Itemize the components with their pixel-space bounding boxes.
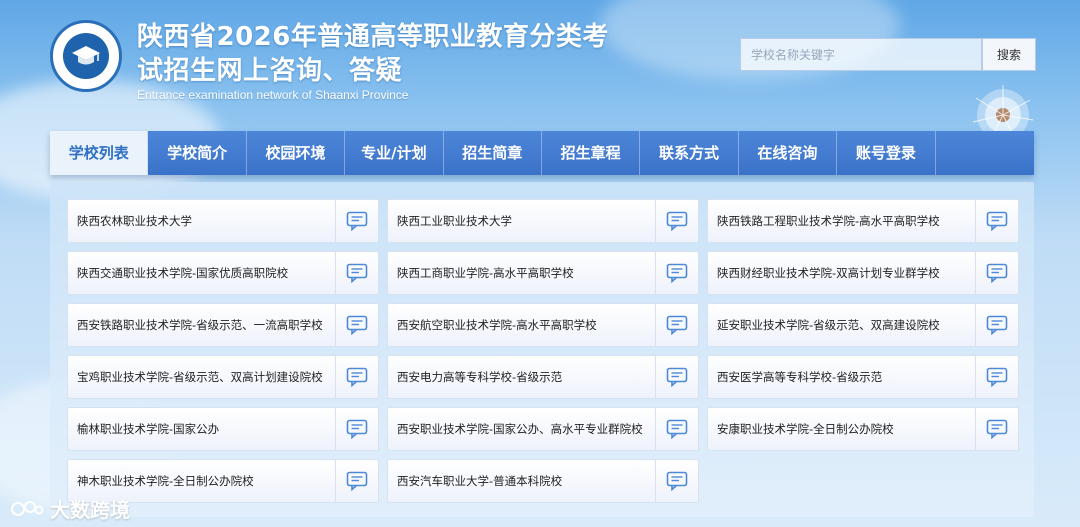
- main-nav: 学校列表 学校简介 校园环境 专业/计划 招生简章 招生章程 联系方式 在线咨询 账号登录: [50, 131, 1034, 175]
- school-name: 榆林职业技术学院-国家公办: [77, 422, 220, 436]
- search-bar: 搜索: [740, 38, 1036, 71]
- school-name: 陕西工业职业技术大学: [397, 214, 512, 228]
- school-card[interactable]: 西安电力高等专科学校-省级示范: [387, 355, 699, 399]
- school-card[interactable]: 西安医学高等专科学校-省级示范: [707, 355, 1019, 399]
- school-name: 宝鸡职业技术学院-省级示范、双高计划建设院校: [77, 370, 323, 384]
- page-title-line2: 试招生网上咨询、答疑: [137, 56, 403, 86]
- nav-tab[interactable]: 学校简介: [148, 131, 247, 175]
- school-name: 陕西铁路工程职业技术学院-高水平高职学校: [717, 214, 940, 228]
- watermark: 大数跨境: [10, 494, 130, 523]
- school-name: 陕西财经职业技术学院-双高计划专业群学校: [717, 266, 940, 280]
- school-card[interactable]: 陕西农林职业技术大学: [67, 199, 379, 243]
- school-card[interactable]: 安康职业技术学院-全日制公办院校: [707, 407, 1019, 451]
- school-name: 西安职业技术学院-国家公办、高水平专业群院校: [397, 422, 643, 436]
- chat-bubble-icon[interactable]: [655, 304, 698, 346]
- chat-bubble-icon[interactable]: [335, 356, 378, 398]
- school-card[interactable]: 西安汽车职业大学-普通本科院校: [387, 459, 699, 503]
- school-card[interactable]: 陕西交通职业技术学院-国家优质高职院校: [67, 251, 379, 295]
- school-name: 西安汽车职业大学-普通本科院校: [397, 474, 563, 488]
- school-card[interactable]: 陕西工业职业技术大学: [387, 199, 699, 243]
- chat-bubble-icon[interactable]: [975, 252, 1018, 294]
- chat-bubble-icon[interactable]: [335, 460, 378, 502]
- watermark-logo-icon: [11, 500, 44, 516]
- search-input[interactable]: [740, 38, 982, 71]
- nav-tab[interactable]: 招生章程: [542, 131, 641, 175]
- school-card[interactable]: 陕西铁路工程职业技术学院-高水平高职学校: [707, 199, 1019, 243]
- chat-bubble-icon[interactable]: [335, 200, 378, 242]
- school-name: 陕西交通职业技术学院-国家优质高职院校: [77, 266, 289, 280]
- school-name: 陕西工商职业学院-高水平高职学校: [397, 266, 574, 280]
- school-card[interactable]: 宝鸡职业技术学院-省级示范、双高计划建设院校: [67, 355, 379, 399]
- school-card[interactable]: 延安职业技术学院-省级示范、双高建设院校: [707, 303, 1019, 347]
- school-card[interactable]: 陕西财经职业技术学院-双高计划专业群学校: [707, 251, 1019, 295]
- chat-bubble-icon[interactable]: [975, 200, 1018, 242]
- school-name: 西安电力高等专科学校-省级示范: [397, 370, 563, 384]
- school-name: 西安医学高等专科学校-省级示范: [717, 370, 883, 384]
- chat-bubble-icon[interactable]: [655, 460, 698, 502]
- chat-bubble-icon[interactable]: [655, 200, 698, 242]
- chat-bubble-icon[interactable]: [655, 408, 698, 450]
- nav-tab[interactable]: 账号登录: [837, 131, 936, 175]
- graduation-cap-icon: [63, 33, 109, 79]
- watermark-text: 大数跨境: [50, 498, 130, 522]
- page-title: 陕西省2026年普通高等职业教育分类考 试招生网上咨询、答疑: [137, 20, 637, 88]
- chat-bubble-icon[interactable]: [975, 356, 1018, 398]
- nav-tab[interactable]: 学校列表: [50, 131, 149, 175]
- school-name: 西安铁路职业技术学院-省级示范、一流高职学校: [77, 318, 323, 332]
- school-name: 西安航空职业技术学院-高水平高职学校: [397, 318, 597, 332]
- school-name: 陕西农林职业技术大学: [77, 214, 192, 228]
- chat-bubble-icon[interactable]: [655, 356, 698, 398]
- page-subtitle: Entrance examination network of Shaanxi …: [137, 88, 409, 102]
- nav-tab[interactable]: 在线咨询: [739, 131, 838, 175]
- nav-tab[interactable]: 专业/计划: [345, 131, 444, 175]
- search-button[interactable]: 搜索: [982, 38, 1036, 71]
- chat-bubble-icon[interactable]: [335, 252, 378, 294]
- school-card[interactable]: 榆林职业技术学院-国家公办: [67, 407, 379, 451]
- chat-bubble-icon[interactable]: [975, 304, 1018, 346]
- site-logo[interactable]: [50, 20, 122, 92]
- site-header: 陕西省2026年普通高等职业教育分类考 试招生网上咨询、答疑 Entrance …: [0, 0, 1080, 146]
- nav-tab[interactable]: 招生简章: [444, 131, 542, 175]
- chat-bubble-icon[interactable]: [975, 408, 1018, 450]
- school-card[interactable]: 西安航空职业技术学院-高水平高职学校: [387, 303, 699, 347]
- chat-bubble-icon[interactable]: [655, 252, 698, 294]
- school-card[interactable]: 西安职业技术学院-国家公办、高水平专业群院校: [387, 407, 699, 451]
- nav-tab[interactable]: 校园环境: [247, 131, 346, 175]
- nav-tab[interactable]: 联系方式: [640, 131, 739, 175]
- school-list-panel: 陕西农林职业技术大学 陕西工业职业技术大学 陕西铁路工程职业技术学院-高水平高职学校…: [50, 182, 1034, 517]
- chat-bubble-icon[interactable]: [335, 408, 378, 450]
- school-card[interactable]: 西安铁路职业技术学院-省级示范、一流高职学校: [67, 303, 379, 347]
- page-title-line1: 陕西省2026年普通高等职业教育分类考: [137, 22, 609, 52]
- school-card[interactable]: 陕西工商职业学院-高水平高职学校: [387, 251, 699, 295]
- chat-bubble-icon[interactable]: [335, 304, 378, 346]
- school-name: 延安职业技术学院-省级示范、双高建设院校: [717, 318, 940, 332]
- school-name: 安康职业技术学院-全日制公办院校: [717, 422, 894, 436]
